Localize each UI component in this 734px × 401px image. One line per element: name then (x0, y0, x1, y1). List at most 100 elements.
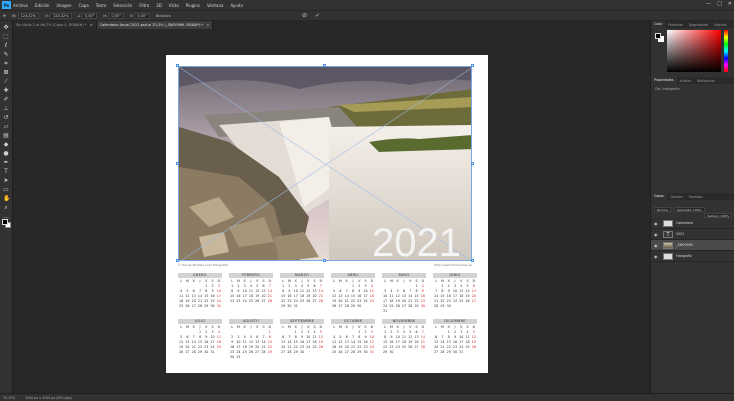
menu-item[interactable]: Ventana (207, 3, 223, 8)
layer-row[interactable]: ◉ Calendario (651, 218, 734, 229)
transform-handle[interactable] (471, 259, 474, 262)
menu-item[interactable]: Capa (79, 3, 89, 8)
tab-patterns[interactable]: Motivos (711, 23, 729, 27)
transform-handle[interactable] (323, 64, 326, 67)
layer-name[interactable]: Calendario (676, 221, 693, 225)
photoshop-logo[interactable]: Ps (2, 1, 11, 9)
blend-mode-select[interactable]: Normal (654, 206, 671, 212)
opacity-field[interactable]: Opacidad: 100% (673, 206, 705, 212)
history-brush-icon[interactable]: ↺ (3, 114, 9, 121)
menu-item[interactable]: Archivo (13, 3, 28, 8)
visibility-eye-icon[interactable]: ◉ (654, 232, 660, 237)
transform-handle[interactable] (471, 64, 474, 67)
marquee-icon[interactable]: ⬚ (3, 33, 9, 40)
day-cell: 30 (357, 304, 362, 308)
zoom-level[interactable]: 33,33% (3, 396, 15, 400)
options-hskew-field[interactable]: H: 0,00° (103, 12, 124, 19)
quick-select-icon[interactable]: ✎ (3, 51, 9, 58)
menu-item[interactable]: Edición (35, 3, 49, 8)
menu-item[interactable]: Ayuda (230, 3, 242, 8)
transform-handle[interactable] (176, 162, 179, 165)
maximize-button[interactable]: □ (717, 1, 722, 7)
layer-thumbnail (663, 219, 673, 227)
path-select-icon[interactable]: ➤ (3, 177, 9, 184)
frame-icon[interactable]: ⊠ (3, 69, 9, 76)
zoom-icon[interactable]: ⌕ (3, 204, 9, 211)
fill-field[interactable]: Relleno: 100% (704, 212, 732, 218)
tab-properties[interactable]: Propiedades (651, 77, 677, 84)
menu-item[interactable]: Filtro (139, 3, 149, 8)
options-interp-select[interactable]: Bicúbica (156, 14, 171, 18)
dodge-icon[interactable]: ● (3, 150, 9, 157)
menu-item[interactable]: Vista (169, 3, 179, 8)
hue-slider[interactable] (724, 30, 728, 72)
shape-icon[interactable]: ▭ (3, 186, 9, 193)
brush-icon[interactable]: ✐ (3, 96, 9, 103)
menu-item[interactable]: Imagen (56, 3, 71, 8)
month-block: ABRIL L M X J V S D 1 2 3 4 5 6 7 8 9 10 11 12 13 14 15 16 17 18 1… (331, 273, 375, 314)
menu-item[interactable]: 3D (156, 3, 162, 8)
tab-document-1[interactable]: Sin título-1 al 66,7% (Capa 4, RGB/8#) *… (13, 21, 97, 29)
tab-swatches[interactable]: Muestras (665, 23, 686, 27)
tab-color[interactable]: Color (651, 21, 666, 28)
commit-transform-icon[interactable]: ✓ (315, 12, 320, 19)
canvas-area[interactable]: 2021 © Daniel Miralles para Fotografia h… (13, 29, 650, 393)
transform-handle[interactable] (176, 259, 179, 262)
year-text[interactable]: 2021 (372, 221, 461, 260)
tools-panel: ✥ ⬚ ℓ ✎ ⌗ ⊠ ⁄ ✚ ✐ ⊥ ↺ ▱ ▤ ◆ ● ✒ T ➤ ▭ ✋ … (0, 21, 13, 393)
document-info[interactable]: 3500 px x 3500 px (300 ppp) (25, 396, 72, 400)
layer-name[interactable]: _SNO0969 (676, 243, 693, 247)
menu-item[interactable]: Plugins (186, 3, 200, 8)
month-name: JULIO (178, 319, 222, 324)
options-vskew-field[interactable]: V: 0,00° (130, 12, 150, 19)
visibility-eye-icon[interactable]: ◉ (654, 254, 660, 259)
blur-icon[interactable]: ◆ (3, 141, 9, 148)
eraser-icon[interactable]: ▱ (3, 123, 9, 130)
waterfall-photo[interactable]: 2021 (178, 66, 472, 261)
layer-row[interactable]: ◉ T 2021 (651, 229, 734, 240)
calendar-page[interactable]: 2021 © Daniel Miralles para Fotografia h… (166, 55, 488, 373)
type-icon[interactable]: T (3, 168, 9, 175)
tab-document-2[interactable]: Calendario Anual 2021.psd al 33,3% (_SNO… (96, 21, 214, 29)
close-tab-icon[interactable]: × (206, 23, 209, 27)
options-h-field[interactable]: H: 124,42% (45, 12, 72, 19)
close-button[interactable]: ✕ (728, 1, 732, 7)
layer-name[interactable]: 2021 (676, 232, 684, 236)
month-days: L M X J V S D 1 2 3 4 5 6 7 8 9 10 11 12 13 14 15 16 17 18 19 20 21… (280, 279, 324, 309)
layer-row[interactable]: ◉ _SNO0969 (651, 240, 734, 251)
lasso-icon[interactable]: ℓ (3, 42, 9, 49)
stamp-icon[interactable]: ⊥ (3, 105, 9, 112)
menu-item[interactable]: Texto (96, 3, 107, 8)
transform-handle[interactable] (471, 162, 474, 165)
tab-libraries[interactable]: Bibliotecas (694, 79, 717, 83)
healing-icon[interactable]: ✚ (3, 87, 9, 94)
transform-handle[interactable] (176, 64, 179, 67)
visibility-eye-icon[interactable]: ◉ (654, 221, 660, 226)
menu-item[interactable]: Selección (113, 3, 132, 8)
move-tool-icon[interactable]: ✥ (3, 14, 6, 18)
visibility-eye-icon[interactable]: ◉ (654, 243, 660, 248)
options-w-field[interactable]: W: 124,42% (12, 12, 40, 19)
tab-adjustments[interactable]: Ajustes (677, 79, 695, 83)
minimize-button[interactable]: — (706, 1, 711, 7)
gradient-icon[interactable]: ▤ (3, 132, 9, 139)
layer-name[interactable]: Fotografía (676, 254, 692, 258)
hand-icon[interactable]: ✋ (3, 195, 10, 202)
crop-icon[interactable]: ⌗ (3, 60, 9, 67)
close-tab-icon[interactable]: × (90, 23, 93, 27)
move-icon[interactable]: ✥ (3, 24, 9, 31)
transform-handle[interactable] (323, 259, 326, 262)
color-field[interactable] (667, 30, 721, 72)
foreground-color-chip[interactable] (655, 33, 661, 39)
pen-icon[interactable]: ✒ (3, 159, 9, 166)
eyedropper-icon[interactable]: ⁄ (3, 78, 9, 85)
tab-channels[interactable]: Canales (667, 195, 686, 199)
layer-row[interactable]: ◉ Fotografía (651, 251, 734, 262)
foreground-color-swatch[interactable] (2, 219, 8, 225)
cancel-transform-icon[interactable]: ⊘ (302, 12, 307, 19)
tab-gradients[interactable]: Degradados (686, 23, 711, 27)
tab-layers[interactable]: Capas (651, 193, 667, 200)
day-cell: 26 (471, 345, 476, 349)
options-angle-field[interactable]: ∠ 0,00° (78, 12, 98, 19)
tab-paths[interactable]: Trazados (686, 195, 706, 199)
